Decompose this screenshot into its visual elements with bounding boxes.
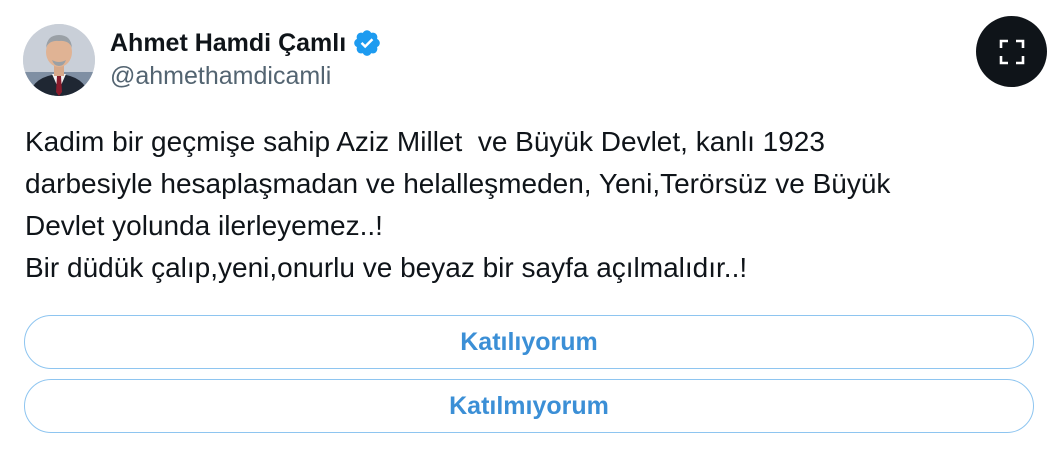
author-handle[interactable]: @ahmethamdicamli: [110, 62, 331, 91]
tweet-text-line: Bir düdük çalıp,yeni,onurlu ve beyaz bir…: [25, 252, 748, 283]
poll-option-label: Katılıyorum: [460, 327, 598, 356]
poll-option-disagree[interactable]: Katılmıyorum: [24, 379, 1034, 433]
tweet-text-line: Devlet yolunda ilerleyemez..!: [25, 210, 383, 241]
expand-button[interactable]: [976, 16, 1047, 87]
avatar[interactable]: [23, 24, 95, 96]
poll-option-agree[interactable]: Katılıyorum: [24, 315, 1034, 369]
expand-icon: [999, 39, 1024, 64]
tweet-text-line: darbesiyle hesaplaşmadan ve helalleşmede…: [25, 168, 891, 199]
author-name-row[interactable]: Ahmet Hamdi Çamlı: [110, 26, 382, 60]
author-display-name[interactable]: Ahmet Hamdi Çamlı: [110, 29, 346, 58]
tweet-text: Kadim bir geçmişe sahip Aziz Millet ve B…: [25, 121, 1025, 289]
poll-option-label: Katılmıyorum: [449, 391, 609, 420]
verified-badge-icon: [352, 28, 382, 58]
profile-photo: [23, 24, 95, 96]
tweet-text-line: Kadim bir geçmişe sahip Aziz Millet ve B…: [25, 126, 825, 157]
